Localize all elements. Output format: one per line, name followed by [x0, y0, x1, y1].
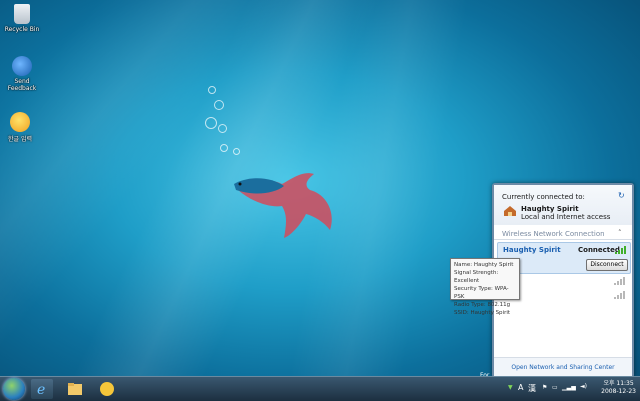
desktop-icon-label: 한글 입력 — [8, 136, 32, 143]
action-center-icon[interactable]: ⚑ — [542, 384, 547, 391]
ime-app-icon — [100, 382, 114, 396]
refresh-icon[interactable]: ↻ — [618, 191, 625, 200]
current-network-name: Haughty Spirit — [521, 205, 579, 213]
internet-explorer-icon: e — [37, 382, 45, 398]
tooltip-line: SSID: Haughty Spirit — [454, 310, 511, 316]
bubble — [218, 124, 227, 133]
signal-strength-icon — [615, 246, 626, 254]
open-network-sharing-center-link[interactable]: Open Network and Sharing Center — [494, 357, 632, 377]
clock-time: 오후 11:35 — [603, 380, 634, 387]
tooltip-line: Name: Haughty Spirit — [454, 262, 514, 268]
ime-app-icon — [10, 112, 30, 132]
current-network-status: Local and Internet access — [521, 213, 611, 221]
signal-strength-icon — [614, 277, 625, 285]
taskbar-ime-app[interactable] — [96, 379, 118, 399]
clock[interactable]: 오후 11:35 2008-12-23 — [601, 380, 636, 396]
chevron-up-icon[interactable]: ˄ — [618, 229, 622, 237]
desktop-icon-ime-app[interactable]: 한글 입력 — [0, 112, 40, 143]
bubble — [205, 117, 217, 129]
folder-icon — [68, 383, 82, 395]
bubble — [220, 144, 228, 152]
volume-icon[interactable]: ◄) — [580, 383, 587, 390]
taskbar: e ▼ A 漢 ⚑ ▭ ▁▃▅ ◄) 오후 11:35 2008-12-23 — [0, 376, 640, 401]
display-icon[interactable]: ▭ — [552, 384, 558, 391]
taskbar-explorer[interactable] — [64, 379, 86, 399]
network-item-state: Connected — [578, 246, 620, 254]
wireless-section-header[interactable]: Wireless Network Connection ˄ — [494, 227, 632, 240]
home-network-icon — [503, 205, 517, 217]
clock-date: 2008-12-23 — [601, 388, 636, 395]
disconnect-button[interactable]: Disconnect — [586, 259, 628, 271]
start-button[interactable] — [3, 378, 25, 400]
svg-text:e: e — [37, 382, 45, 398]
tooltip-line: Security Type: WPA-PSK — [454, 286, 509, 300]
bubble — [214, 100, 224, 110]
system-tray: ▼ A 漢 ⚑ ▭ ▁▃▅ ◄) 오후 11:35 2008-12-23 — [508, 377, 640, 401]
taskbar-internet-explorer[interactable]: e — [31, 379, 53, 399]
connected-heading: Currently connected to: — [502, 193, 585, 201]
network-details-tooltip: Name: Haughty Spirit Signal Strength: Ex… — [450, 258, 520, 316]
tooltip-line: Signal Strength: Excellent — [454, 270, 499, 284]
language-bar-icon[interactable]: ▼ — [508, 384, 513, 391]
desktop-icon-send-feedback[interactable]: Send Feedback — [2, 56, 42, 92]
ime-mode-indicator[interactable]: A — [518, 383, 523, 392]
recycle-bin-icon — [14, 4, 30, 24]
desktop-icon-label: Recycle Bin — [4, 26, 40, 33]
tooltip-line: Radio Type: 802.11g — [454, 302, 511, 308]
bubble — [233, 148, 240, 155]
signal-strength-icon — [614, 291, 625, 299]
betta-fish-wallpaper-image — [234, 173, 332, 238]
network-item-name: Haughty Spirit — [503, 246, 561, 254]
network-tray-icon[interactable]: ▁▃▅ — [562, 384, 576, 391]
wireless-section-title: Wireless Network Connection — [502, 230, 605, 238]
bubble — [208, 86, 216, 94]
desktop-icon-recycle-bin[interactable]: Recycle Bin — [2, 4, 42, 33]
desktop-icon-label: Send Feedback — [7, 78, 37, 92]
hanja-mode-indicator[interactable]: 漢 — [528, 383, 536, 394]
send-feedback-icon — [12, 56, 32, 76]
